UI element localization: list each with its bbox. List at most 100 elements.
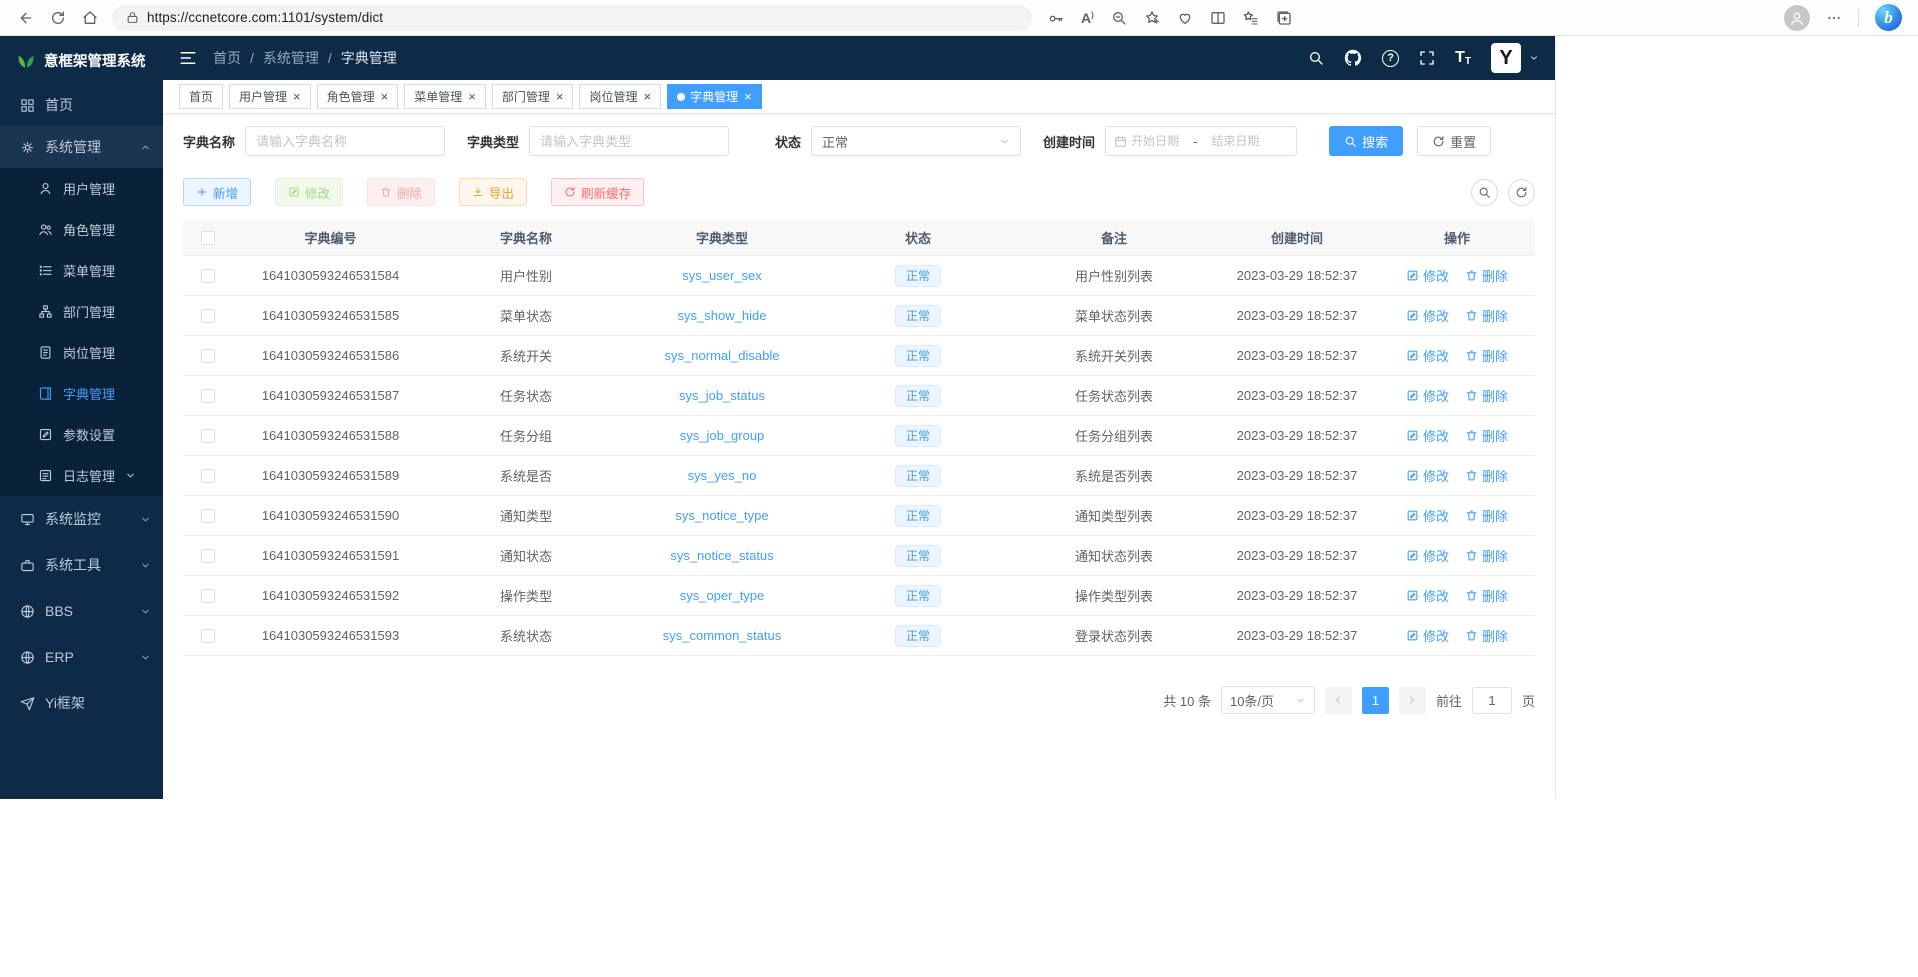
split-screen-icon[interactable] (1210, 10, 1226, 26)
search-button[interactable]: 搜索 (1329, 126, 1403, 156)
key-icon[interactable] (1048, 10, 1064, 26)
tab-depts[interactable]: 部门管理× (492, 84, 574, 109)
profile-avatar[interactable] (1784, 5, 1810, 31)
row-checkbox[interactable] (201, 549, 215, 563)
status-select[interactable]: 正常 (811, 126, 1021, 156)
row-edit-link[interactable]: 修改 (1406, 266, 1449, 285)
next-page-button[interactable] (1399, 687, 1426, 714)
row-delete-link[interactable]: 删除 (1465, 346, 1508, 365)
breadcrumb-system[interactable]: 系统管理 (263, 48, 319, 68)
row-checkbox[interactable] (201, 509, 215, 523)
sidebar-item-params[interactable]: 参数设置 (0, 414, 163, 455)
row-edit-link[interactable]: 修改 (1406, 586, 1449, 605)
back-icon[interactable] (10, 3, 42, 33)
row-edit-link[interactable]: 修改 (1406, 426, 1449, 445)
address-bar[interactable]: https://ccnetcore.com:1101/system/dict (112, 5, 1032, 31)
delete-button[interactable]: 删除 (367, 178, 435, 206)
row-delete-link[interactable]: 删除 (1465, 626, 1508, 645)
close-tab-icon[interactable]: × (468, 90, 476, 103)
help-icon[interactable]: ? (1382, 50, 1399, 67)
sidebar-item-menus[interactable]: 菜单管理 (0, 250, 163, 291)
github-icon[interactable] (1344, 49, 1362, 67)
dict-type-link[interactable]: sys_common_status (663, 628, 782, 643)
favorites-icon[interactable] (1243, 10, 1259, 26)
row-edit-link[interactable]: 修改 (1406, 306, 1449, 325)
export-button[interactable]: 导出 (459, 178, 527, 206)
sidebar-item-users[interactable]: 用户管理 (0, 168, 163, 209)
row-checkbox[interactable] (201, 429, 215, 443)
sidebar-item-yi-framework[interactable]: Yi框架 (0, 680, 163, 726)
current-page-button[interactable]: 1 (1362, 687, 1389, 714)
row-checkbox[interactable] (201, 309, 215, 323)
row-checkbox[interactable] (201, 349, 215, 363)
refresh-cache-button[interactable]: 刷新缓存 (551, 178, 644, 206)
add-favorite-icon[interactable] (1144, 10, 1160, 26)
app-logo[interactable]: 意框架管理系统 (0, 36, 163, 84)
sidebar-item-bbs[interactable]: BBS (0, 588, 163, 634)
sidebar-item-home[interactable]: 首页 (0, 84, 163, 126)
row-delete-link[interactable]: 删除 (1465, 266, 1508, 285)
tab-dict[interactable]: 字典管理× (667, 84, 762, 109)
more-icon[interactable] (1826, 10, 1842, 26)
row-edit-link[interactable]: 修改 (1406, 546, 1449, 565)
select-all-checkbox[interactable] (201, 231, 215, 245)
row-checkbox[interactable] (201, 469, 215, 483)
page-size-select[interactable]: 10条/页 (1221, 686, 1315, 714)
row-edit-link[interactable]: 修改 (1406, 386, 1449, 405)
fullscreen-icon[interactable] (1419, 50, 1435, 66)
row-delete-link[interactable]: 删除 (1465, 426, 1508, 445)
font-size-icon[interactable]: TT (1455, 49, 1471, 67)
sidebar-item-roles[interactable]: 角色管理 (0, 209, 163, 250)
sidebar-item-monitor[interactable]: 系统监控 (0, 496, 163, 542)
row-delete-link[interactable]: 删除 (1465, 466, 1508, 485)
row-edit-link[interactable]: 修改 (1406, 346, 1449, 365)
row-checkbox[interactable] (201, 269, 215, 283)
end-date-input[interactable] (1201, 134, 1259, 148)
collections-icon[interactable] (1276, 10, 1292, 26)
close-tab-icon[interactable]: × (381, 90, 389, 103)
copilot-icon[interactable]: b (1875, 4, 1902, 31)
sidebar-item-posts[interactable]: 岗位管理 (0, 332, 163, 373)
home-icon[interactable] (74, 3, 106, 33)
tab-users[interactable]: 用户管理× (229, 84, 311, 109)
tab-roles[interactable]: 角色管理× (317, 84, 399, 109)
row-edit-link[interactable]: 修改 (1406, 626, 1449, 645)
sidebar-item-logs[interactable]: 日志管理 (0, 455, 163, 496)
dict-type-link[interactable]: sys_user_sex (682, 268, 761, 283)
close-tab-icon[interactable]: × (643, 90, 651, 103)
dict-type-input[interactable] (529, 126, 729, 156)
refresh-table-icon[interactable] (1508, 179, 1535, 206)
sidebar-item-system[interactable]: 系统管理 (0, 126, 163, 168)
sidebar-item-tools[interactable]: 系统工具 (0, 542, 163, 588)
close-tab-icon[interactable]: × (293, 90, 301, 103)
dict-type-link[interactable]: sys_normal_disable (665, 348, 780, 363)
row-edit-link[interactable]: 修改 (1406, 506, 1449, 525)
row-delete-link[interactable]: 删除 (1465, 586, 1508, 605)
sidebar-toggle[interactable] (179, 49, 197, 67)
row-checkbox[interactable] (201, 589, 215, 603)
date-range-picker[interactable]: - (1105, 126, 1297, 156)
goto-page-input[interactable] (1472, 687, 1512, 714)
breadcrumb-home[interactable]: 首页 (213, 48, 241, 68)
browser-essentials-icon[interactable] (1177, 10, 1193, 26)
row-delete-link[interactable]: 删除 (1465, 386, 1508, 405)
dict-type-link[interactable]: sys_notice_type (675, 508, 768, 523)
dict-type-link[interactable]: sys_notice_status (670, 548, 773, 563)
dict-type-link[interactable]: sys_yes_no (688, 468, 757, 483)
toggle-search-icon[interactable] (1471, 179, 1498, 206)
dict-name-input[interactable] (245, 126, 445, 156)
tab-menus[interactable]: 菜单管理× (404, 84, 486, 109)
zoom-icon[interactable] (1111, 10, 1127, 26)
dict-type-link[interactable]: sys_job_status (679, 388, 765, 403)
dict-type-link[interactable]: sys_show_hide (678, 308, 767, 323)
row-checkbox[interactable] (201, 389, 215, 403)
dict-type-link[interactable]: sys_job_group (680, 428, 765, 443)
user-logo[interactable]: Y (1491, 43, 1521, 73)
start-date-input[interactable] (1131, 134, 1189, 148)
row-delete-link[interactable]: 删除 (1465, 306, 1508, 325)
site-info-icon[interactable] (126, 11, 139, 24)
sidebar-item-erp[interactable]: ERP (0, 634, 163, 680)
reset-button[interactable]: 重置 (1417, 126, 1491, 156)
close-tab-icon[interactable]: × (744, 90, 752, 103)
row-checkbox[interactable] (201, 629, 215, 643)
